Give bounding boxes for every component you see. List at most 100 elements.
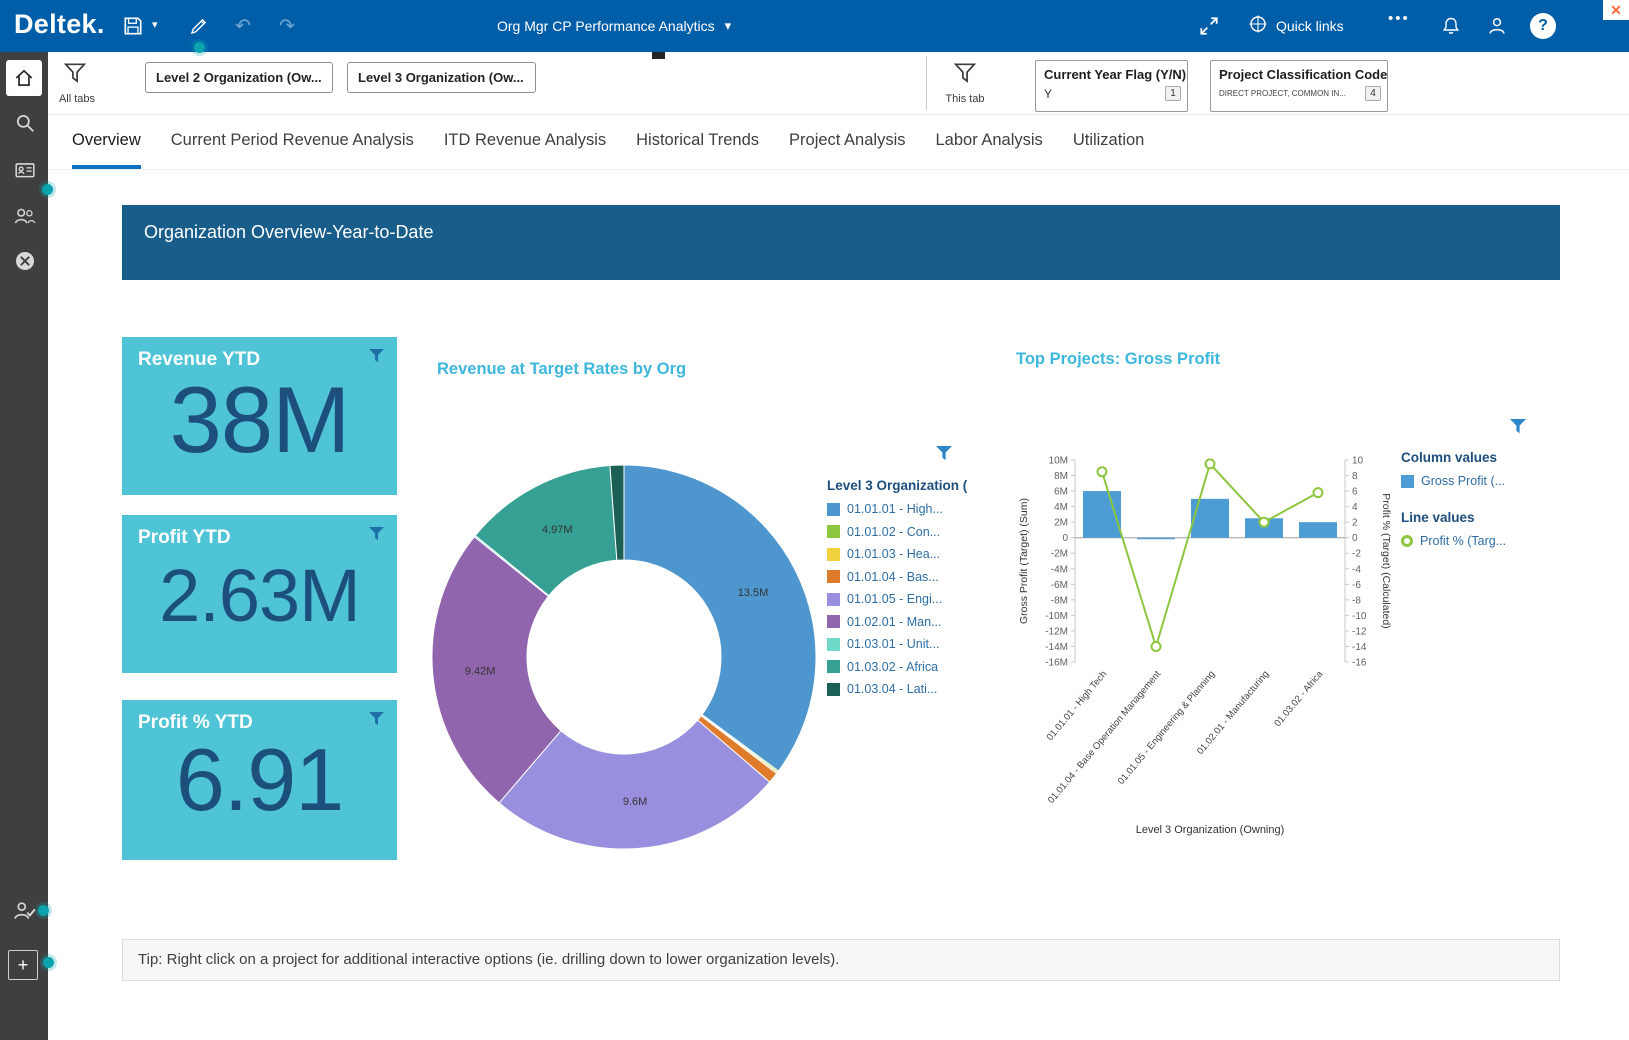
expand-icon[interactable] (1196, 13, 1222, 39)
hint-dot[interactable] (43, 957, 54, 968)
tab-utilization[interactable]: Utilization (1073, 115, 1145, 169)
help-icon[interactable]: ? (1530, 13, 1556, 39)
hint-dot[interactable] (38, 905, 49, 916)
tab-itd-revenue-analysis[interactable]: ITD Revenue Analysis (444, 115, 606, 169)
notifications-bell-icon[interactable] (1438, 13, 1464, 39)
filter-funnel-icon[interactable] (369, 527, 384, 546)
this-tab-label: This tab (936, 93, 994, 105)
legend-swatch (827, 615, 840, 628)
filter-value: DIRECT PROJECT, COMMON IN... (1219, 89, 1365, 98)
kpi-card-profit-ytd[interactable]: Profit YTD 2.63M (122, 515, 397, 673)
legend-label: 01.03.04 - Lati... (847, 682, 937, 696)
add-button[interactable]: + (8, 950, 38, 980)
legend-item[interactable]: Gross Profit (... (1401, 474, 1571, 488)
people-icon[interactable] (12, 203, 38, 229)
filter-project-classification-code[interactable]: Project Classification Code DIRECT PROJE… (1210, 60, 1388, 112)
all-tabs-filter-icon[interactable] (63, 62, 87, 89)
legend-label: 01.02.01 - Man... (847, 615, 942, 629)
kpi-value: 38M (122, 371, 397, 470)
save-dropdown-chevron-icon[interactable]: ▾ (152, 18, 158, 31)
legend-item[interactable]: 01.03.04 - Lati... (827, 682, 992, 696)
save-icon[interactable] (120, 13, 146, 39)
hint-dot[interactable] (42, 184, 53, 195)
kpi-card-revenue-ytd[interactable]: Revenue YTD 38M (122, 337, 397, 495)
legend-item[interactable]: 01.01.05 - Engi... (827, 592, 992, 606)
tab-current-period-revenue-analysis[interactable]: Current Period Revenue Analysis (171, 115, 414, 169)
legend-swatch (827, 683, 840, 696)
legend-item[interactable]: Profit % (Targ... (1401, 534, 1571, 548)
filter-level3-organization[interactable]: Level 3 Organization (Ow... (347, 62, 536, 93)
filter-funnel-icon[interactable] (369, 349, 384, 368)
filter-title: Current Year Flag (Y/N) (1036, 61, 1187, 84)
combo-legend: Column values Gross Profit (... Line val… (1401, 450, 1571, 570)
legend-item[interactable]: 01.01.02 - Con... (827, 525, 992, 539)
filter-current-year-flag[interactable]: Current Year Flag (Y/N) Y 1 (1035, 60, 1188, 112)
left-axis-tick: 0 (1062, 533, 1068, 544)
filter-funnel-icon[interactable] (369, 712, 384, 731)
hint-dot[interactable] (194, 42, 205, 53)
more-options-icon[interactable]: ••• (1388, 10, 1410, 27)
all-tabs-label: All tabs (48, 93, 106, 105)
filter-level2-organization[interactable]: Level 2 Organization (Ow... (145, 62, 333, 93)
user-profile-icon[interactable] (1484, 13, 1510, 39)
left-axis-tick: -6M (1051, 580, 1068, 591)
gross-profit-bar[interactable] (1191, 499, 1229, 538)
left-axis-title: Gross Profit (Target) (Sum) (1018, 498, 1030, 624)
donut-slice[interactable] (624, 465, 816, 771)
close-icon[interactable]: ✕ (1603, 0, 1629, 20)
right-axis-tick: -4 (1352, 564, 1361, 575)
line-marker[interactable] (1098, 467, 1107, 476)
quick-links-label: Quick links (1276, 18, 1344, 34)
quick-links-button[interactable]: Quick links (1248, 0, 1344, 52)
chevron-down-icon: ▾ (725, 18, 732, 34)
user-check-icon[interactable] (12, 898, 38, 924)
dashboard-title: Org Mgr CP Performance Analytics (497, 18, 715, 34)
tab-labor-analysis[interactable]: Labor Analysis (935, 115, 1042, 169)
combo-legend-bar-swatch (1401, 475, 1414, 488)
line-marker[interactable] (1152, 642, 1161, 651)
pinned-items-icon[interactable] (12, 248, 38, 274)
legend-label: 01.01.01 - High... (847, 502, 943, 516)
edit-pencil-icon[interactable] (186, 13, 212, 39)
tab-overview[interactable]: Overview (72, 115, 141, 169)
combo-filter-funnel-icon[interactable] (1510, 419, 1526, 439)
left-axis-tick: -4M (1051, 564, 1068, 575)
legend-item[interactable]: 01.03.02 - Africa (827, 660, 992, 674)
legend-item[interactable]: 01.03.01 - Unit... (827, 637, 992, 651)
tab-historical-trends[interactable]: Historical Trends (636, 115, 759, 169)
donut-filter-funnel-icon[interactable] (936, 446, 952, 466)
kpi-value: 6.91 (122, 734, 397, 826)
line-marker[interactable] (1206, 459, 1215, 468)
gross-profit-bar[interactable] (1299, 522, 1337, 538)
contact-card-icon[interactable] (12, 157, 38, 183)
combo-chart-title: Top Projects: Gross Profit (1016, 350, 1220, 369)
kpi-card-profit-pct-ytd[interactable]: Profit % YTD 6.91 (122, 700, 397, 860)
left-sidebar: + (0, 52, 48, 1040)
donut-data-label: 13.5M (738, 587, 769, 599)
line-marker[interactable] (1260, 518, 1269, 527)
combo-chart[interactable]: 10M108M86M64M42M200-2M-2-4M-4-6M-6-8M-8-… (1015, 445, 1395, 845)
combo-legend-line-marker (1401, 535, 1413, 547)
tab-project-analysis[interactable]: Project Analysis (789, 115, 905, 169)
legend-item[interactable]: 01.01.01 - High... (827, 502, 992, 516)
right-axis-tick: 2 (1352, 518, 1358, 529)
filter-scrollbar-thumb[interactable] (652, 52, 665, 59)
redo-icon[interactable]: ↷ (274, 13, 300, 39)
legend-swatch (827, 503, 840, 516)
line-marker[interactable] (1314, 488, 1323, 497)
gross-profit-bar[interactable] (1137, 538, 1175, 540)
undo-icon[interactable]: ↶ (230, 13, 256, 39)
sidebar-home-button[interactable] (6, 60, 42, 96)
donut-chart[interactable]: 13.5M9.6M9.42M4.97M (424, 457, 824, 857)
dashboard-title-menu[interactable]: Org Mgr CP Performance Analytics ▾ (497, 0, 731, 52)
legend-item[interactable]: 01.01.03 - Hea... (827, 547, 992, 561)
right-axis-tick: 6 (1352, 487, 1358, 498)
filter-value: Y (1044, 87, 1165, 101)
legend-item[interactable]: 01.01.04 - Bas... (827, 570, 992, 584)
search-icon[interactable] (12, 110, 38, 136)
left-axis-tick: -16M (1045, 658, 1068, 669)
legend-item[interactable]: 01.02.01 - Man... (827, 615, 992, 629)
filter-group-divider (926, 56, 927, 110)
this-tab-filter-icon[interactable] (953, 62, 977, 89)
left-axis-tick: 6M (1054, 487, 1068, 498)
